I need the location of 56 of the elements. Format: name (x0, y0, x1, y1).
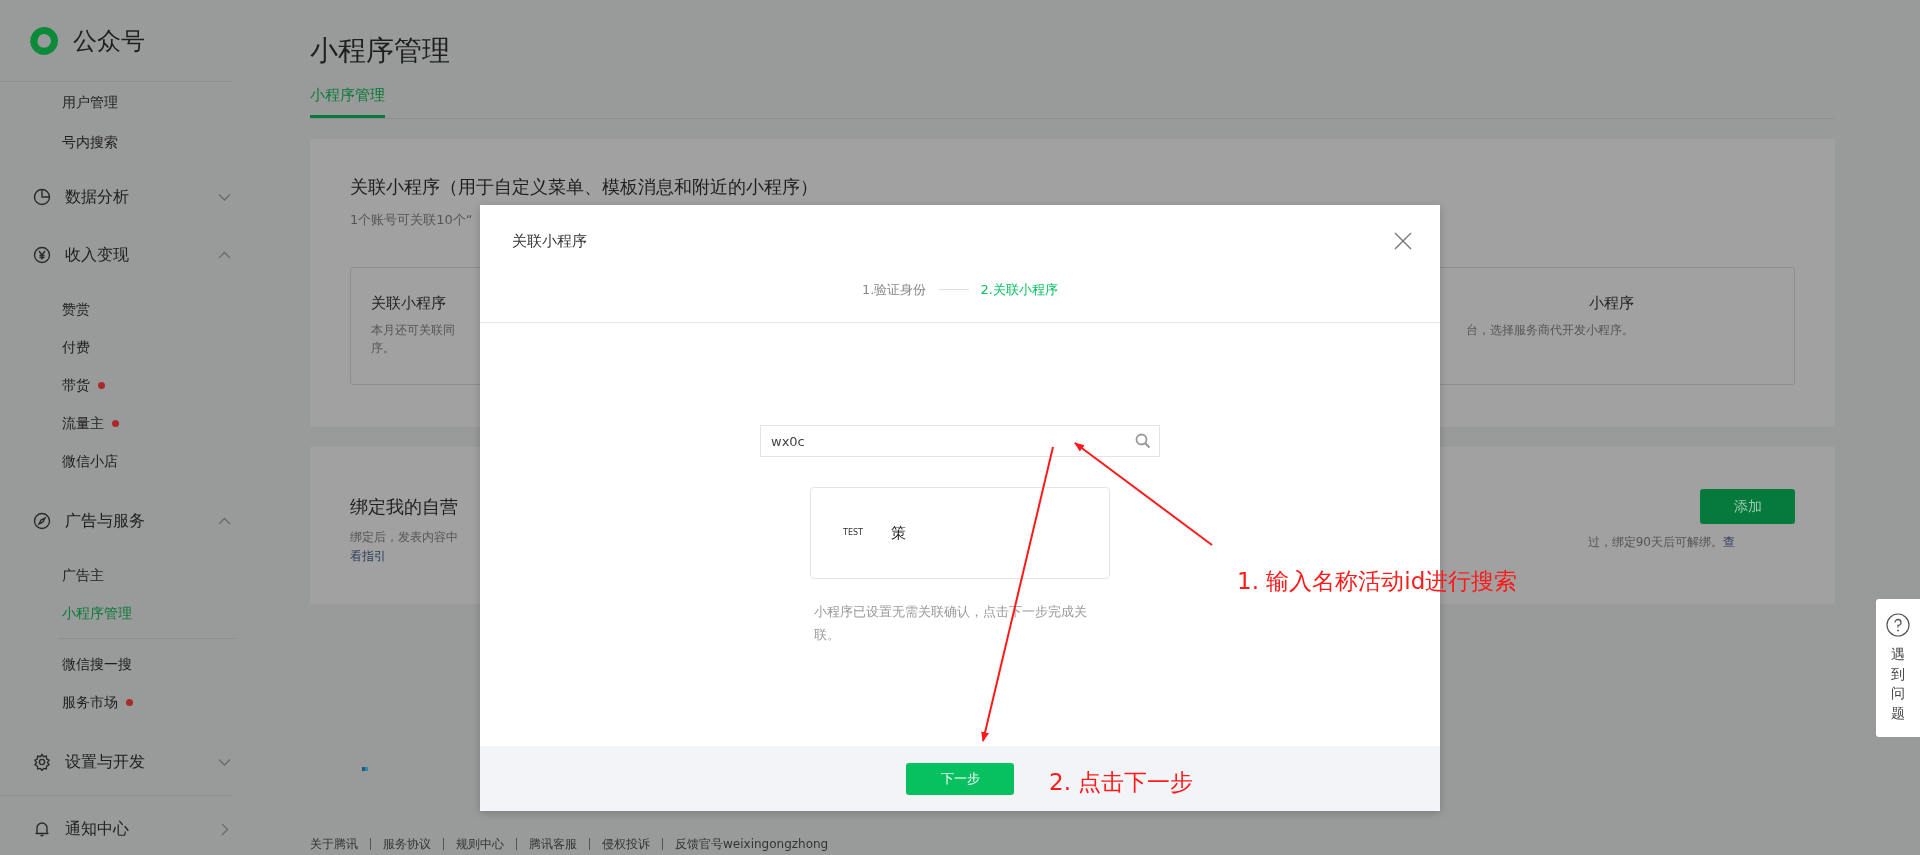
help-panel[interactable]: 遇到问题 (1876, 599, 1920, 737)
guide-link[interactable]: 查 (1723, 535, 1735, 549)
sidebar-item[interactable]: 通知中心 (65, 817, 217, 841)
yen-icon (33, 246, 51, 264)
logo-text: 公众号 (73, 25, 145, 57)
card-subtitle: 1个账号可关联10个“ (350, 210, 473, 229)
card-description: 绑定后，发表内容中 (350, 529, 458, 546)
card-description: 过，绑定90天后可解绑。 (1587, 535, 1723, 549)
compass-icon (33, 512, 51, 530)
search-field[interactable]: wx0c (760, 425, 1160, 457)
help-icon (1886, 613, 1910, 637)
sidebar-item[interactable]: 付费 (62, 336, 90, 358)
sidebar-group[interactable]: 设置与开发 (65, 750, 217, 774)
option-title: 关联小程序 (371, 293, 446, 314)
sidebar-item[interactable]: 用户管理 (0, 82, 288, 122)
close-icon[interactable] (1394, 232, 1412, 250)
step-label: 1.验证身份 (862, 280, 927, 299)
bell-icon (33, 820, 51, 838)
sidebar-item[interactable]: 号内搜索 (0, 122, 288, 162)
card-title: 绑定我的自营 (350, 495, 458, 519)
option-description: 序。 (371, 339, 395, 357)
page-title: 小程序管理 (310, 33, 451, 69)
step-label: 2.关联小程序 (980, 280, 1058, 299)
pie-chart-icon (33, 188, 51, 206)
option-title: 小程序 (1589, 293, 1634, 314)
loading-icon (362, 767, 368, 772)
footer-link[interactable]: 侵权投诉 (589, 838, 662, 851)
footer-link[interactable]: 服务协议 (370, 838, 443, 851)
dialog-title: 关联小程序 (512, 230, 587, 252)
option-description: 台，选择服务商代开发小程序。 (1466, 321, 1634, 339)
sidebar-item[interactable]: 广告主 (62, 564, 104, 586)
footer-link[interactable]: 反馈官号weixingongzhong (662, 838, 841, 851)
footer-link[interactable]: 规则中心 (443, 838, 516, 851)
sidebar-item[interactable]: 赞赏 (62, 298, 90, 320)
sidebar-item[interactable]: 微信搜一搜 (62, 653, 132, 675)
settings-icon (33, 753, 51, 771)
sidebar-group[interactable]: 广告与服务 (65, 509, 217, 533)
search-icon (1135, 433, 1151, 449)
app-name: 策 (890, 522, 906, 544)
sidebar-group[interactable]: 数据分析 (65, 185, 217, 209)
help-label: 遇到问题 (1891, 645, 1905, 723)
sidebar-item[interactable]: 流量主 (62, 412, 104, 434)
add-button[interactable]: 添加 (1700, 489, 1795, 524)
app-logo: TEST (843, 527, 863, 539)
option-description: 本月还可关联同 (371, 321, 455, 339)
card-title: 关联小程序（用于自定义菜单、模板消息和附近的小程序） (350, 174, 819, 199)
annotation-text: 1. 输入名称活动id进行搜索 (1237, 568, 1518, 596)
footer-link[interactable]: 关于腾讯 (310, 838, 370, 851)
sidebar-item[interactable]: 微信小店 (62, 450, 118, 472)
footer-link[interactable]: 腾讯客服 (516, 838, 589, 851)
annotation-text: 2. 点击下一步 (1049, 769, 1194, 797)
sidebar-group[interactable]: 收入变现 (65, 243, 217, 267)
guide-link[interactable]: 看指引 (350, 547, 458, 567)
result-card[interactable]: TEST 策 (810, 487, 1110, 579)
sidebar-item[interactable]: 服务市场 (62, 691, 118, 713)
sidebar-item[interactable]: 带货 (62, 374, 90, 396)
